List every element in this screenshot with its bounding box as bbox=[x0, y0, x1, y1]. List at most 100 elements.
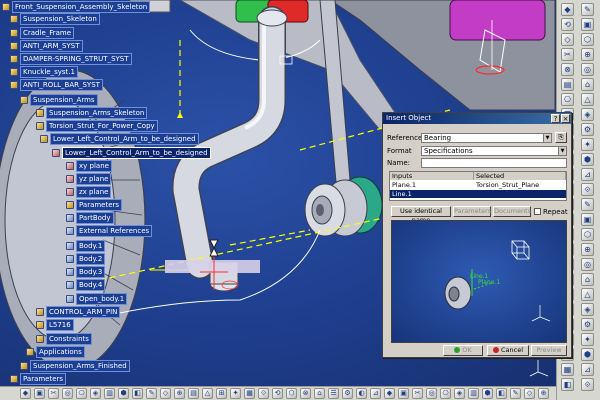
toolbar-tool-icon[interactable]: ▦ bbox=[561, 363, 574, 376]
toolbar-tool-icon[interactable]: ▥ bbox=[104, 388, 115, 399]
toolbar-tool-icon[interactable]: ⬢ bbox=[482, 388, 493, 399]
toolbar-tool-icon[interactable]: ▣ bbox=[34, 388, 45, 399]
documents-button[interactable]: Documents bbox=[493, 206, 531, 217]
toolbar-tool-icon[interactable]: ▣ bbox=[581, 213, 594, 226]
toolbar-tool-icon[interactable]: ◎ bbox=[581, 258, 594, 271]
chevron-down-icon[interactable]: ▼ bbox=[543, 134, 551, 142]
toolbar-tool-icon[interactable]: ✎ bbox=[510, 388, 521, 399]
tree-item[interactable]: Constraints bbox=[36, 333, 92, 345]
toolbar-tool-icon[interactable]: ◆ bbox=[561, 3, 574, 16]
table-row-selected[interactable] bbox=[474, 190, 476, 198]
toolbar-tool-icon[interactable]: ⚙ bbox=[581, 318, 594, 331]
tree-item[interactable]: Knuckle_syst.1 bbox=[10, 66, 78, 78]
tree-item[interactable]: Lower_Left_Control_Arm_to_be_designed bbox=[52, 147, 211, 159]
table-row-selected[interactable]: Torsion_Strut_Plane bbox=[474, 181, 539, 189]
toolbar-tool-icon[interactable]: ⟲ bbox=[561, 18, 574, 31]
toolbar-tool-icon[interactable]: ⟐ bbox=[581, 183, 594, 196]
toolbar-tool-icon[interactable]: ⎔ bbox=[561, 93, 574, 106]
toolbar-tool-icon[interactable]: ◈ bbox=[90, 388, 101, 399]
tree-item[interactable]: ANTI_ARM_SYST bbox=[10, 40, 83, 52]
toolbar-tool-icon[interactable]: ✦ bbox=[581, 333, 594, 346]
toolbar-tool-icon[interactable]: ⬢ bbox=[581, 153, 594, 166]
toolbar-tool-icon[interactable]: ⊕ bbox=[174, 388, 185, 399]
toolbar-tool-icon[interactable]: ✎ bbox=[581, 3, 594, 16]
chevron-down-icon[interactable]: ▼ bbox=[558, 147, 566, 155]
toolbar-tool-icon[interactable]: △ bbox=[581, 93, 594, 106]
tree-item[interactable]: Cradle_Frame bbox=[10, 27, 75, 39]
toolbar-tool-icon[interactable]: ⌂ bbox=[581, 273, 594, 286]
table-row-input[interactable]: Line.1 bbox=[390, 190, 412, 198]
tree-item[interactable]: Body.4 bbox=[66, 279, 106, 291]
toolbar-tool-icon[interactable]: ▦ bbox=[244, 388, 255, 399]
toolbar-tool-icon[interactable]: ◈ bbox=[581, 108, 594, 121]
toolbar-tool-icon[interactable]: ◈ bbox=[581, 303, 594, 316]
toolbar-tool-icon[interactable]: ◎ bbox=[426, 388, 437, 399]
toolbar-tool-icon[interactable]: ⬡ bbox=[581, 228, 594, 241]
toolbar-tool-icon[interactable]: ⟲ bbox=[272, 388, 283, 399]
tree-item[interactable]: xy plane bbox=[66, 160, 112, 172]
toolbar-tool-icon[interactable]: ⚙ bbox=[581, 123, 594, 136]
close-button[interactable]: × bbox=[561, 114, 570, 123]
help-button[interactable]: ? bbox=[551, 114, 560, 123]
toolbar-tool-icon[interactable]: ✂ bbox=[412, 388, 423, 399]
inputs-table[interactable]: Inputs Selected Plane.1 Torsion_Strut_Pl… bbox=[389, 171, 567, 201]
repeat-checkbox[interactable] bbox=[534, 208, 541, 215]
toolbar-tool-icon[interactable]: ◎ bbox=[62, 388, 73, 399]
toolbar-tool-icon[interactable]: ⌂ bbox=[314, 388, 325, 399]
toolbar-tool-icon[interactable]: △ bbox=[202, 388, 213, 399]
toolbar-tool-icon[interactable]: ⊕ bbox=[581, 243, 594, 256]
toolbar-tool-icon[interactable]: ◇ bbox=[524, 388, 535, 399]
toolbar-tool-icon[interactable]: ▤ bbox=[188, 388, 199, 399]
tree-item[interactable]: Torsion_Strut_For_Power_Copy bbox=[36, 120, 158, 132]
tree-item[interactable]: CONTROL_ARM_PIN bbox=[36, 306, 121, 318]
tree-item[interactable]: Body.1 bbox=[66, 240, 106, 252]
toolbar-tool-icon[interactable]: ☰ bbox=[328, 388, 339, 399]
toolbar-tool-icon[interactable]: ⚙ bbox=[342, 388, 353, 399]
tree-item[interactable]: Body.2 bbox=[66, 253, 106, 265]
toolbar-tool-icon[interactable]: ◎ bbox=[581, 63, 594, 76]
toolbar-tool-icon[interactable]: ⊿ bbox=[370, 388, 381, 399]
tree-item[interactable]: ANTI_ROLL_BAR_SYST bbox=[10, 79, 103, 91]
toolbar-tool-icon[interactable]: ◈ bbox=[454, 388, 465, 399]
preview-viewport[interactable]: Line.1 Plane.1 bbox=[391, 220, 567, 343]
toolbar-tool-icon[interactable]: ⊗ bbox=[561, 63, 574, 76]
toolbar-tool-icon[interactable]: ▤ bbox=[561, 78, 574, 91]
tree-item[interactable]: Front_Suspension_Assembly_Skeleton bbox=[2, 1, 151, 13]
toolbar-tool-icon[interactable]: ⊕ bbox=[538, 388, 549, 399]
toolbar-tool-icon[interactable]: ⬡ bbox=[581, 33, 594, 46]
tree-item[interactable]: Body.3 bbox=[66, 266, 106, 278]
toolbar-tool-icon[interactable]: ▣ bbox=[398, 388, 409, 399]
toolbar-tool-icon[interactable]: ◆ bbox=[20, 388, 31, 399]
toolbar-tool-icon[interactable]: ◇ bbox=[160, 388, 171, 399]
format-combo[interactable]: Specifications ▼ bbox=[421, 146, 567, 156]
tree-item[interactable]: Suspension_Arms_Skeleton bbox=[36, 107, 148, 119]
toolbar-tool-icon[interactable]: ⊗ bbox=[300, 388, 311, 399]
toolbar-tool-icon[interactable]: ◆ bbox=[384, 388, 395, 399]
toolbar-tool-icon[interactable]: ⬢ bbox=[118, 388, 129, 399]
tree-item[interactable]: L5716 bbox=[36, 319, 74, 331]
open-catalog-button[interactable]: ⎘ bbox=[555, 132, 567, 143]
specification-tree[interactable]: Front_Suspension_Assembly_Skeleton Suspen… bbox=[0, 0, 211, 386]
tree-item[interactable]: zx plane bbox=[66, 186, 112, 198]
dialog-titlebar[interactable]: Insert Object ? × bbox=[383, 113, 571, 124]
toolbar-tool-icon[interactable]: ⎔ bbox=[76, 388, 87, 399]
tree-item[interactable]: DAMPER-SPRING_STRUT_SYST bbox=[10, 53, 132, 65]
tree-item[interactable]: Suspension_Skeleton bbox=[10, 13, 100, 25]
use-identical-name-button[interactable]: Use identical name bbox=[391, 206, 451, 224]
toolbar-tool-icon[interactable]: ⟐ bbox=[581, 378, 594, 391]
toolbar-tool-icon[interactable]: ⊕ bbox=[581, 48, 594, 61]
toolbar-tool-icon[interactable]: ⊿ bbox=[581, 168, 594, 181]
toolbar-tool-icon[interactable]: ✎ bbox=[581, 198, 594, 211]
toolbar-tool-icon[interactable]: ▣ bbox=[581, 18, 594, 31]
toolbar-tool-icon[interactable]: △ bbox=[581, 288, 594, 301]
tree-item[interactable]: Applications bbox=[26, 346, 85, 358]
toolbar-tool-icon[interactable]: ⬡ bbox=[286, 388, 297, 399]
toolbar-tool-icon[interactable]: ◧ bbox=[132, 388, 143, 399]
cancel-button[interactable]: Cancel bbox=[487, 345, 529, 356]
reference-combo[interactable]: Bearing ▼ bbox=[421, 133, 552, 143]
tree-item[interactable]: External References bbox=[66, 225, 153, 237]
toolbar-tool-icon[interactable]: ⬢ bbox=[581, 348, 594, 361]
toolbar-tool-icon[interactable]: ✂ bbox=[48, 388, 59, 399]
tree-item[interactable]: Open_body.1 bbox=[66, 293, 128, 305]
toolbar-tool-icon[interactable]: ◧ bbox=[496, 388, 507, 399]
